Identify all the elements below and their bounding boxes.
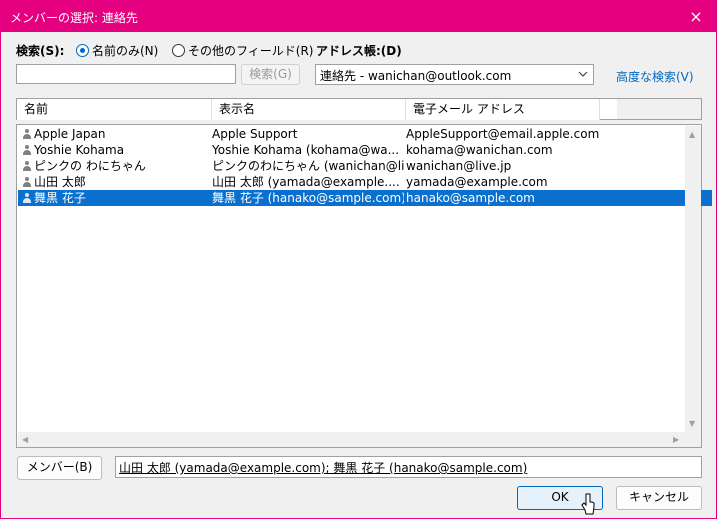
members-button[interactable]: メンバー(B) (17, 456, 102, 480)
address-book-value: 連絡先 - wanichan@outlook.com (320, 69, 512, 83)
person-icon (23, 129, 31, 139)
scroll-down-icon[interactable]: ▼ (689, 420, 695, 428)
row-name: ピンクの わにちゃん (34, 159, 146, 173)
address-book-label: アドレス帳:(D) (316, 44, 402, 58)
members-field[interactable]: 山田 太郎 (yamada@example.com); 舞黒 花子 (hanak… (115, 456, 702, 478)
advanced-search-link[interactable]: 高度な検索(V) (616, 68, 694, 85)
column-header-display[interactable]: 表示名 (212, 99, 406, 120)
title-bar: メンバーの選択: 連絡先 × (1, 1, 716, 32)
dialog-title: メンバーの選択: 連絡先 (10, 11, 138, 25)
column-header-email[interactable]: 電子メール アドレス (406, 99, 600, 120)
table-row[interactable]: Apple Japan Apple Support AppleSupport@e… (18, 126, 712, 142)
row-display-name: 舞黒 花子 (hanako@sample.com) (212, 191, 404, 205)
row-display-name: ピンクのわにちゃん (wanichan@live.... (212, 159, 404, 173)
radio-unchecked-icon (172, 44, 185, 57)
radio-name-only[interactable]: 名前のみ(N) (76, 42, 158, 59)
column-header-filler (617, 99, 701, 119)
row-display-name: 山田 太郎 (yamada@example.... (212, 175, 400, 189)
person-icon (23, 193, 31, 203)
scrollbar-corner (685, 432, 701, 447)
search-label: 検索(S): (16, 44, 65, 58)
row-email: hanako@sample.com (406, 191, 535, 205)
cancel-button[interactable]: キャンセル (616, 486, 702, 510)
address-book-select[interactable]: 連絡先 - wanichan@outlook.com (315, 64, 594, 85)
row-email: AppleSupport@email.apple.com (406, 127, 600, 141)
scroll-left-icon[interactable]: ◀ (22, 436, 28, 444)
table-row-selected[interactable]: 舞黒 花子 舞黒 花子 (hanako@sample.com) hanako@s… (18, 190, 712, 206)
horizontal-scrollbar[interactable]: ◀ ▶ (18, 432, 685, 447)
table-row[interactable]: 山田 太郎 山田 太郎 (yamada@example.... yamada@e… (18, 174, 712, 190)
radio-other-fields[interactable]: その他のフィールド(R) (172, 42, 313, 59)
person-icon (23, 177, 31, 187)
column-header-bar: 名前 表示名 電子メール アドレス (16, 98, 702, 120)
vertical-scrollbar[interactable]: ▲ ▼ (685, 126, 701, 432)
column-header-name[interactable]: 名前 (17, 99, 212, 120)
row-name: Apple Japan (34, 127, 106, 141)
scroll-right-icon[interactable]: ▶ (673, 436, 679, 444)
members-value: 山田 太郎 (yamada@example.com); 舞黒 花子 (hanak… (119, 461, 528, 475)
contact-list: Apple Japan Apple Support AppleSupport@e… (16, 124, 712, 448)
row-email: wanichan@live.jp (406, 159, 512, 173)
search-button[interactable]: 検索(G) (241, 64, 300, 85)
scroll-up-icon[interactable]: ▲ (689, 131, 695, 139)
radio-checked-icon (76, 44, 89, 57)
close-icon[interactable]: × (676, 1, 716, 32)
row-display-name: Apple Support (212, 127, 298, 141)
person-icon (23, 161, 31, 171)
select-members-dialog: メンバーの選択: 連絡先 × 検索(S): 名前のみ(N) その他のフィールド(… (0, 0, 717, 519)
row-name: 舞黒 花子 (34, 191, 86, 205)
chevron-down-icon (578, 71, 588, 77)
row-name: Yoshie Kohama (34, 143, 125, 157)
table-row[interactable]: ピンクの わにちゃん ピンクのわにちゃん (wanichan@live.... … (18, 158, 712, 174)
mouse-pointer-icon (581, 493, 595, 515)
person-icon (23, 145, 31, 155)
row-display-name: Yoshie Kohama (kohama@wa... (212, 143, 400, 157)
row-email: kohama@wanichan.com (406, 143, 553, 157)
row-name: 山田 太郎 (34, 175, 86, 189)
table-row[interactable]: Yoshie Kohama Yoshie Kohama (kohama@wa..… (18, 142, 712, 158)
search-input[interactable] (16, 64, 236, 84)
row-email: yamada@example.com (406, 175, 548, 189)
